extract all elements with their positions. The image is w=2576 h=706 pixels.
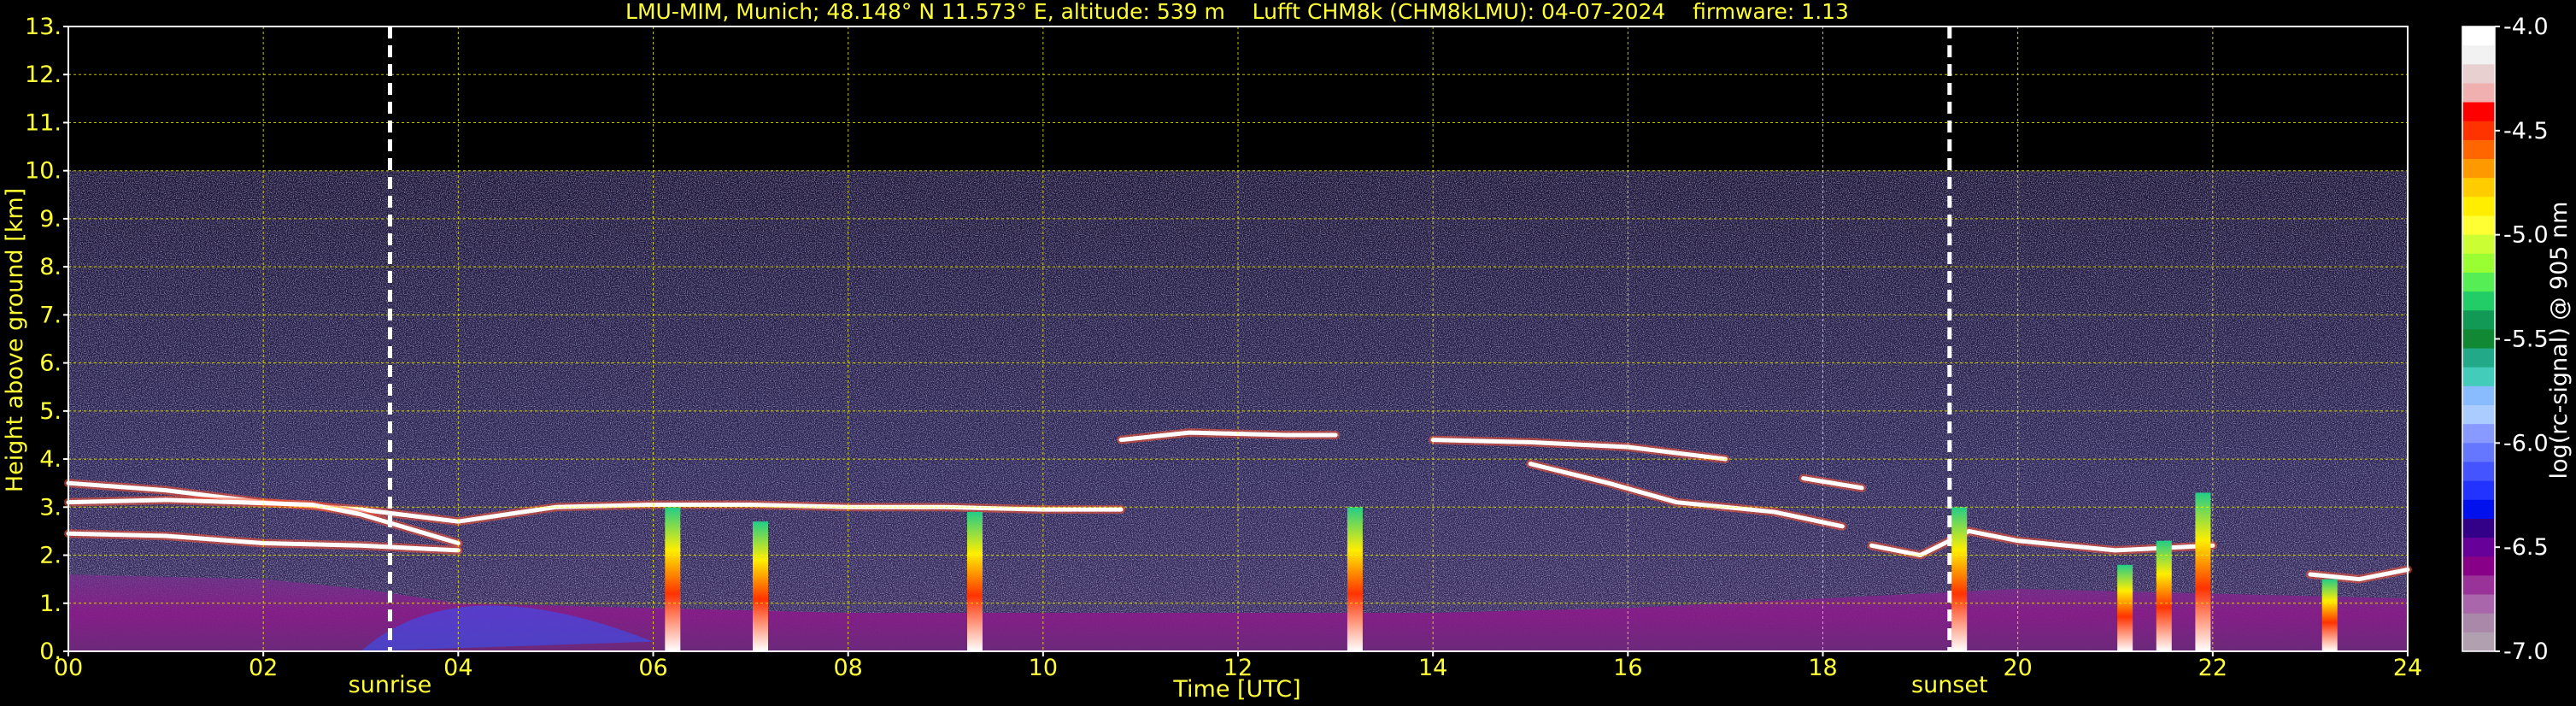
colorbar-swatch [2462,575,2495,596]
y-tick-label: 5. [39,398,62,425]
colorbar-swatch [2462,83,2495,103]
y-tick-label: 8. [39,254,62,280]
y-tick-label: 1. [39,591,62,617]
precipitation [2195,492,2211,651]
colorbar-swatch [2462,462,2495,482]
colorbar-label: log(rc-signal) @ 905 nm [2546,202,2573,479]
x-tick-label: 24 [2393,655,2422,681]
colorbar-swatch [2462,139,2495,160]
colorbar-tick-label: -6.0 [2503,430,2549,456]
colorbar-swatch [2462,159,2495,179]
ceilometer-chart: sunrise sunset 00 02 04 06 08 10 12 14 16 18 20 22 24… [2,0,2573,703]
x-tick-label: 18 [1808,655,1837,681]
y-axis-label: Height above ground [km] [2,188,28,492]
precipitation [1951,507,1968,651]
y-tick-label: 4. [39,446,62,473]
colorbar-swatch [2462,64,2495,85]
y-tick-label: 6. [39,350,62,377]
colorbar-swatch [2462,632,2495,652]
colorbar-swatch [2462,26,2495,46]
colorbar-swatch [2462,480,2495,501]
y-tick-label: 11. [25,109,62,136]
y-tick-label: 3. [39,494,62,521]
colorbar-swatch [2462,443,2495,463]
colorbar-swatch [2462,272,2495,292]
colorbar-swatch [2462,102,2495,122]
chart-title: LMU-MIM, Munich; 48.148° N 11.573° E, al… [625,0,1849,24]
y-tick-label: 0. [39,638,62,665]
x-tick-label: 14 [1418,655,1447,681]
y-tick-label: 7. [39,302,62,328]
colorbar-swatch [2462,594,2495,615]
colorbar-tick-label: -7.0 [2503,638,2549,665]
y-tick-label: 13. [25,14,62,40]
colorbar-swatch [2462,499,2495,520]
colorbar-swatch [2462,556,2495,576]
y-tick-label: 2. [39,543,62,569]
colorbar-tick-label: -6.5 [2503,534,2549,561]
colorbar-swatch [2462,538,2495,557]
precipitation [752,521,768,651]
colorbar-swatch [2462,215,2495,236]
precipitation [2321,579,2338,651]
colorbar-tick-label: -5.0 [2503,222,2549,249]
colorbar-swatch [2462,424,2495,444]
x-tick-label: 08 [833,655,862,681]
colorbar-swatch [2462,178,2495,197]
x-tick-label: 02 [249,655,278,681]
colorbar-tick-label: -5.5 [2503,327,2549,353]
colorbar-swatch [2462,613,2495,633]
y-tick-label: 9. [39,206,62,232]
annotation-label: sunrise [349,672,432,698]
y-tick-label: 10. [25,158,62,185]
x-tick-label: 04 [443,655,472,681]
colorbar: -4.0 -4.5 -5.0 -5.5 -6.0 -6.5 -7.0 [2462,14,2549,665]
precipitation [2156,540,2172,651]
colorbar-swatch [2462,405,2495,425]
colorbar-swatch [2462,45,2495,65]
colorbar-swatch [2462,367,2495,387]
x-tick-label: 10 [1029,655,1058,681]
colorbar-swatch [2462,197,2495,217]
x-tick-label: 20 [2003,655,2032,681]
colorbar-swatch [2462,121,2495,141]
colorbar-swatch [2462,385,2495,406]
x-tick-label: 06 [638,655,667,681]
colorbar-swatch [2462,329,2495,350]
colorbar-swatch [2462,348,2495,368]
y-tick-label: 12. [25,62,62,88]
precipitation [2117,564,2133,651]
precipitation [966,511,983,651]
colorbar-tick-label: -4.0 [2503,14,2549,40]
x-tick-label: 16 [1613,655,1642,681]
precipitation [1347,507,1363,651]
colorbar-tick-label: -4.5 [2503,118,2549,144]
colorbar-swatch [2462,518,2495,538]
colorbar-swatch [2462,291,2495,311]
colorbar-swatch [2462,310,2495,331]
colorbar-swatch [2462,253,2495,274]
annotation-label: sunset [1911,672,1988,698]
colorbar-swatch [2462,234,2495,255]
x-axis-label: Time [UTC] [1172,676,1300,703]
x-tick-label: 22 [2198,655,2227,681]
precipitation [665,507,681,651]
